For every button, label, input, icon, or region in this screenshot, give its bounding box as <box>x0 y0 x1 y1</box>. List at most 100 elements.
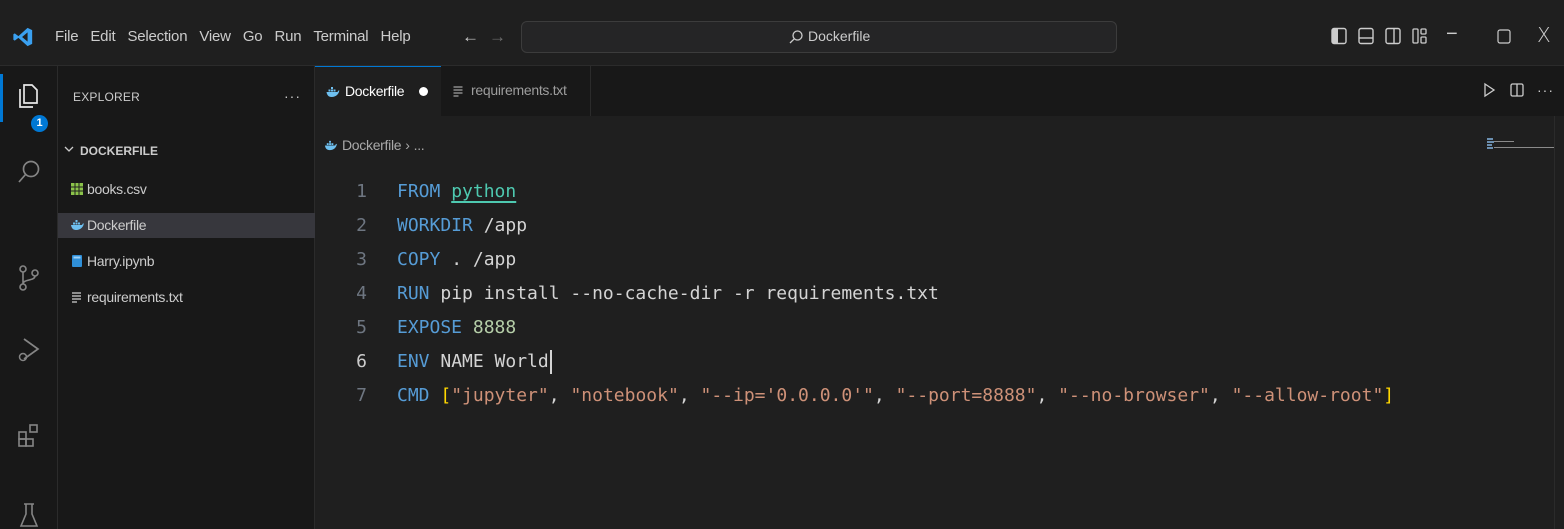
more-actions-icon[interactable]: ··· <box>284 88 301 104</box>
code-line[interactable]: 6 ENV NAME World <box>315 345 1475 379</box>
file-item-dockerfile[interactable]: Dockerfile <box>58 213 315 238</box>
breadcrumb-file[interactable]: Dockerfile <box>342 137 402 153</box>
close-button[interactable]: X <box>1537 23 1551 47</box>
code-token: "--port=8888" <box>895 385 1037 406</box>
line-text: EXPOSE 8888 <box>397 311 516 345</box>
code-line[interactable]: 3 COPY . /app <box>315 243 1475 277</box>
menu-go[interactable]: Go <box>237 8 269 66</box>
breadcrumb-separator: › <box>405 137 410 153</box>
explorer-icon[interactable] <box>15 82 43 110</box>
breadcrumb-rest[interactable]: ... <box>414 137 425 153</box>
code-token: WORKDIR <box>397 215 473 236</box>
breadcrumb: Dockerfile › ... <box>323 137 425 153</box>
run-icon[interactable] <box>1481 82 1497 98</box>
toggle-primary-sidebar-icon[interactable] <box>1330 27 1348 45</box>
line-number: 7 <box>356 385 367 406</box>
menu-edit[interactable]: Edit <box>84 8 121 66</box>
arrow-right-icon[interactable]: → <box>489 27 506 47</box>
code-line[interactable]: 2 WORKDIR /app <box>315 209 1475 243</box>
text-file-icon <box>453 86 463 97</box>
menu-terminal[interactable]: Terminal <box>307 8 374 66</box>
editor-tabs: Dockerfile requirements.txt ··· <box>315 66 1564 116</box>
code-token: [ <box>440 385 452 406</box>
tab-dockerfile[interactable]: Dockerfile <box>315 66 441 116</box>
code-token: . /app <box>440 249 517 270</box>
unsaved-dot-icon[interactable] <box>419 87 428 96</box>
code-line[interactable]: 5 EXPOSE 8888 <box>315 311 1475 345</box>
code-token: NAME World <box>429 351 549 372</box>
menu-selection[interactable]: Selection <box>121 8 193 66</box>
code-line[interactable]: 1 FROM python <box>315 175 1475 209</box>
csv-file-icon <box>71 183 83 195</box>
toggle-panel-icon[interactable] <box>1357 27 1375 45</box>
file-item-books-csv[interactable]: books.csv <box>58 177 315 202</box>
line-number: 3 <box>356 249 367 270</box>
vertical-scrollbar[interactable] <box>1554 116 1564 529</box>
code-token: /app <box>472 215 528 236</box>
file-label: requirements.txt <box>87 289 183 305</box>
code-token: "--allow-root" <box>1231 385 1384 406</box>
docker-file-icon <box>71 220 84 230</box>
search-icon[interactable] <box>15 158 43 186</box>
layout-controls <box>1330 27 1429 45</box>
code-token: "notebook" <box>570 385 679 406</box>
menu-help[interactable]: Help <box>374 8 416 66</box>
menu-run[interactable]: Run <box>268 8 307 66</box>
menu-view[interactable]: View <box>193 8 236 66</box>
menu-bar: File Edit Selection View Go Run Terminal Help <box>49 8 417 66</box>
editor-area: Dockerfile requirements.txt ··· Dockerfi… <box>315 66 1564 529</box>
tab-requirements-txt[interactable]: requirements.txt <box>441 66 591 116</box>
code-token: ENV <box>397 351 430 372</box>
code-line[interactable]: 4 RUN pip install --no-cache-dir -r requi… <box>315 277 1475 311</box>
customize-layout-icon[interactable] <box>1411 27 1429 45</box>
split-editor-icon[interactable] <box>1509 82 1525 98</box>
code-token: 8888 <box>472 317 517 338</box>
line-number: 6 <box>356 351 367 372</box>
line-text: ENV NAME World <box>397 345 552 379</box>
code-token: pip install --no-cache-dir -r requiremen… <box>429 283 939 304</box>
code-token: python <box>451 181 517 202</box>
code-token: FROM <box>397 181 441 202</box>
source-control-icon[interactable] <box>15 264 43 292</box>
text-cursor <box>549 350 552 374</box>
file-item-harry-ipynb[interactable]: Harry.ipynb <box>58 249 315 274</box>
active-indicator <box>0 74 3 122</box>
minimize-button[interactable]: − <box>1446 23 1458 46</box>
run-debug-icon[interactable] <box>15 336 43 364</box>
menu-file[interactable]: File <box>49 8 84 66</box>
editor-actions: ··· <box>1481 82 1554 98</box>
title-bar: File Edit Selection View Go Run Terminal Help ←… <box>0 8 1564 66</box>
folder-name: DOCKERFILE <box>80 144 158 158</box>
code-editor[interactable]: 1 FROM python 2 WORKDIR /app 3 COPY . /app 4 RU… <box>315 175 1475 413</box>
explorer-sidebar: EXPLORER ··· DOCKERFILE books.csv Docker… <box>58 66 315 529</box>
tab-label: requirements.txt <box>471 82 567 98</box>
search-icon <box>789 30 803 44</box>
arrow-left-icon[interactable]: ← <box>462 27 479 47</box>
folder-header[interactable]: DOCKERFILE <box>58 140 315 164</box>
file-label: books.csv <box>87 181 147 197</box>
line-number: 2 <box>356 215 367 236</box>
extensions-icon[interactable] <box>15 422 43 450</box>
minimap[interactable] <box>1487 136 1557 156</box>
tab-label: Dockerfile <box>345 83 405 99</box>
testing-icon[interactable] <box>15 500 43 528</box>
line-text: FROM python <box>397 175 516 209</box>
toggle-secondary-sidebar-icon[interactable] <box>1384 27 1402 45</box>
file-item-requirements-txt[interactable]: requirements.txt <box>58 285 315 310</box>
line-text: WORKDIR /app <box>397 209 527 243</box>
code-token: , <box>678 385 701 406</box>
restore-button[interactable] <box>1497 29 1511 44</box>
more-actions-icon[interactable]: ··· <box>1537 82 1554 98</box>
code-token: CMD <box>397 385 430 406</box>
code-token: , <box>1036 385 1059 406</box>
code-token: "--ip='0.0.0.0'" <box>700 385 874 406</box>
code-token: COPY <box>397 249 441 270</box>
line-number: 4 <box>356 283 367 304</box>
activity-bar: 1 <box>0 66 58 529</box>
command-center-search[interactable]: Dockerfile <box>521 21 1117 53</box>
code-line[interactable]: 7 CMD ["jupyter", "notebook", "--ip='0.0.… <box>315 379 1475 413</box>
chevron-down-icon <box>64 146 74 152</box>
